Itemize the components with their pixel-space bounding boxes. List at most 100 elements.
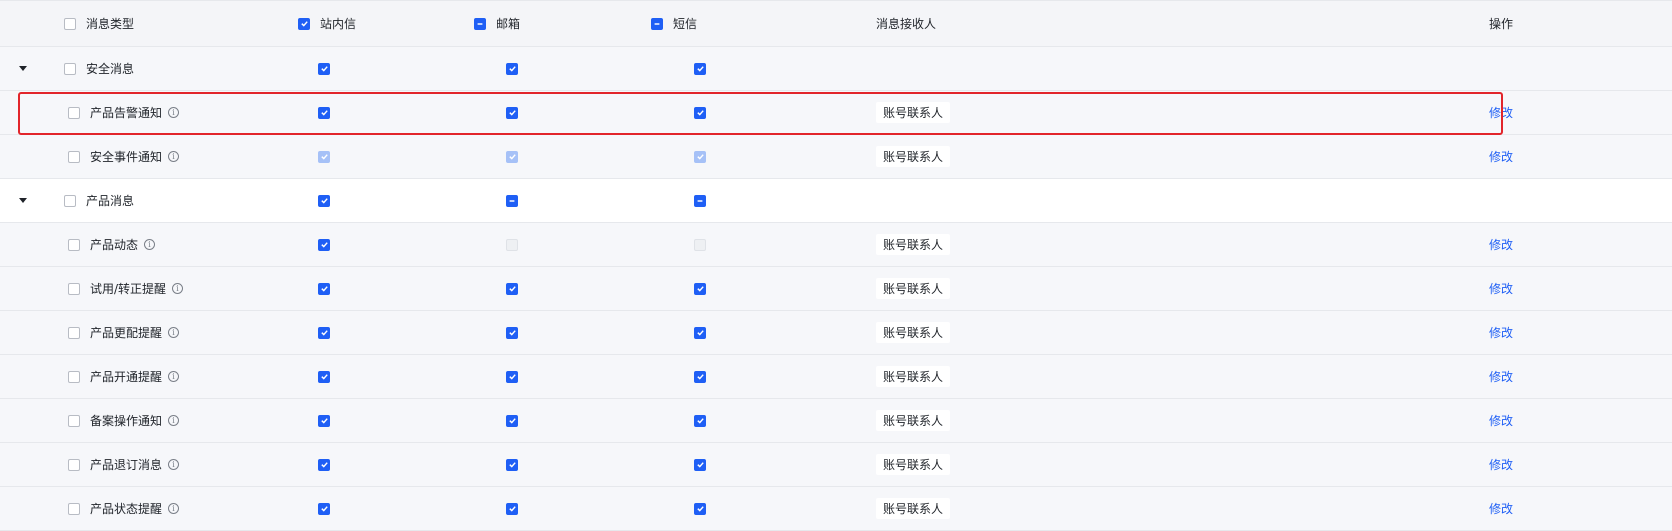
sms-checkbox (694, 238, 706, 251)
sms-checkbox[interactable] (694, 62, 706, 75)
sms-checkbox[interactable] (694, 414, 706, 427)
info-icon[interactable]: i (168, 503, 180, 514)
row-select-checkbox[interactable] (68, 238, 80, 251)
receiver-tag: 账号联系人 (876, 322, 951, 343)
sms-checkbox[interactable] (694, 282, 706, 295)
receiver-tag: 账号联系人 (876, 498, 951, 519)
message-settings-table: 消息类型 站内信 邮箱 短信 消息接收人 操作 安全消息 产品告警通知 i 账号… (0, 0, 1672, 531)
sms-checkbox[interactable] (694, 194, 706, 207)
collapse-caret-icon[interactable] (19, 66, 27, 71)
table-header: 消息类型 站内信 邮箱 短信 消息接收人 操作 (0, 0, 1672, 47)
info-icon[interactable]: i (168, 371, 180, 382)
site-checkbox (318, 150, 330, 163)
row-select-checkbox[interactable] (64, 62, 76, 75)
table-row-security-event: 安全事件通知 i 账号联系人 修改 (0, 135, 1672, 179)
select-all-checkbox[interactable] (64, 17, 76, 30)
site-checkbox[interactable] (318, 106, 330, 119)
group-name: 安全消息 (86, 62, 135, 76)
row-select-checkbox[interactable] (68, 150, 80, 163)
receiver-tag: 账号联系人 (876, 454, 951, 475)
header-site: 站内信 (320, 17, 357, 31)
table-row-unsubscribe: 产品退订消息 i 账号联系人 修改 (0, 443, 1672, 487)
edit-link[interactable]: 修改 (1489, 456, 1513, 473)
info-icon[interactable]: i (168, 327, 180, 338)
edit-link[interactable]: 修改 (1489, 236, 1513, 253)
receiver-tag: 账号联系人 (876, 234, 951, 255)
table-row-trial-reminder: 试用/转正提醒 i 账号联系人 修改 (0, 267, 1672, 311)
item-name: 产品状态提醒 (90, 502, 163, 516)
info-icon[interactable]: i (168, 459, 180, 470)
header-sms-checkbox[interactable] (651, 17, 663, 30)
receiver-tag: 账号联系人 (876, 102, 951, 123)
header-site-checkbox[interactable] (298, 17, 310, 30)
email-checkbox[interactable] (506, 370, 518, 383)
email-checkbox[interactable] (506, 62, 518, 75)
email-checkbox[interactable] (506, 194, 518, 207)
edit-link[interactable]: 修改 (1489, 368, 1513, 385)
email-checkbox[interactable] (506, 414, 518, 427)
site-checkbox[interactable] (318, 62, 330, 75)
row-select-checkbox[interactable] (68, 502, 80, 515)
site-checkbox[interactable] (318, 458, 330, 471)
item-name: 产品告警通知 (90, 106, 163, 120)
email-checkbox[interactable] (506, 458, 518, 471)
row-select-checkbox[interactable] (68, 282, 80, 295)
sms-checkbox[interactable] (694, 458, 706, 471)
header-sms: 短信 (673, 17, 698, 31)
sms-checkbox (694, 150, 706, 163)
receiver-tag: 账号联系人 (876, 278, 951, 299)
info-icon[interactable]: i (168, 415, 180, 426)
header-action: 操作 (1489, 17, 1514, 31)
email-checkbox[interactable] (506, 106, 518, 119)
sms-checkbox[interactable] (694, 326, 706, 339)
info-icon[interactable]: i (168, 107, 180, 118)
row-select-checkbox[interactable] (68, 106, 80, 119)
info-icon[interactable]: i (172, 283, 184, 294)
table-row-status-reminder: 产品状态提醒 i 账号联系人 修改 (0, 487, 1672, 531)
edit-link[interactable]: 修改 (1489, 148, 1513, 165)
email-checkbox[interactable] (506, 502, 518, 515)
row-select-checkbox[interactable] (64, 194, 76, 207)
row-select-checkbox[interactable] (68, 326, 80, 339)
table-row-product-alarm: 产品告警通知 i 账号联系人 修改 (0, 91, 1672, 135)
row-select-checkbox[interactable] (68, 458, 80, 471)
collapse-caret-icon[interactable] (19, 198, 27, 203)
item-name: 试用/转正提醒 (90, 282, 167, 296)
site-checkbox[interactable] (318, 414, 330, 427)
site-checkbox[interactable] (318, 194, 330, 207)
table-row-config-change: 产品更配提醒 i 账号联系人 修改 (0, 311, 1672, 355)
row-select-checkbox[interactable] (68, 414, 80, 427)
item-name: 产品动态 (90, 238, 139, 252)
email-checkbox[interactable] (506, 282, 518, 295)
site-checkbox[interactable] (318, 326, 330, 339)
header-email-checkbox[interactable] (474, 17, 486, 30)
edit-link[interactable]: 修改 (1489, 500, 1513, 517)
site-checkbox[interactable] (318, 502, 330, 515)
site-checkbox[interactable] (318, 238, 330, 251)
info-icon[interactable]: i (144, 239, 156, 250)
site-checkbox[interactable] (318, 370, 330, 383)
info-icon[interactable]: i (168, 151, 180, 162)
sms-checkbox[interactable] (694, 370, 706, 383)
email-checkbox (506, 150, 518, 163)
item-name: 产品更配提醒 (90, 326, 163, 340)
edit-link[interactable]: 修改 (1489, 280, 1513, 297)
row-select-checkbox[interactable] (68, 370, 80, 383)
group-row-security: 安全消息 (0, 47, 1672, 91)
header-email: 邮箱 (496, 17, 521, 31)
edit-link[interactable]: 修改 (1489, 324, 1513, 341)
table-row-filing-notice: 备案操作通知 i 账号联系人 修改 (0, 399, 1672, 443)
edit-link[interactable]: 修改 (1489, 104, 1513, 121)
receiver-tag: 账号联系人 (876, 410, 951, 431)
edit-link[interactable]: 修改 (1489, 412, 1513, 429)
sms-checkbox[interactable] (694, 502, 706, 515)
email-checkbox (506, 238, 518, 251)
email-checkbox[interactable] (506, 326, 518, 339)
receiver-tag: 账号联系人 (876, 146, 951, 167)
group-row-product: 产品消息 (0, 179, 1672, 223)
sms-checkbox[interactable] (694, 106, 706, 119)
item-name: 产品退订消息 (90, 458, 163, 472)
site-checkbox[interactable] (318, 282, 330, 295)
item-name: 备案操作通知 (90, 414, 163, 428)
table-row-product-activation: 产品开通提醒 i 账号联系人 修改 (0, 355, 1672, 399)
